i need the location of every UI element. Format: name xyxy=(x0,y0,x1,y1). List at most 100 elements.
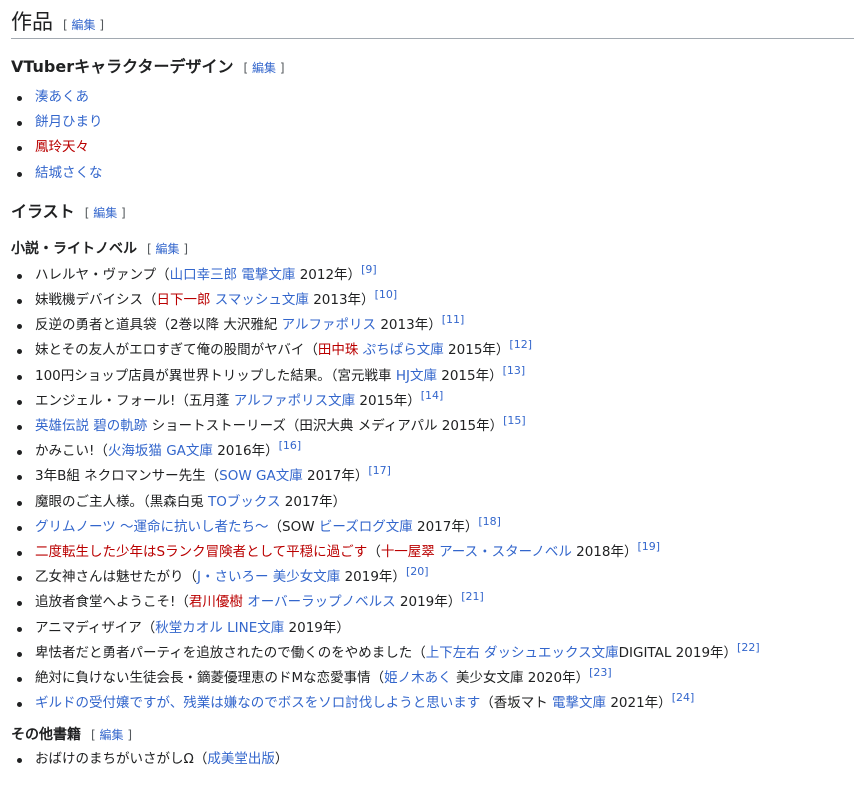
reference-sup: [20] xyxy=(406,565,429,578)
wiki-link[interactable]: J・さいろー xyxy=(197,569,268,585)
reference-link[interactable]: [9] xyxy=(361,263,377,276)
list-item: 100円ショップ店員が異世界トリップした結果。（宮元戦車 HJ文庫 2015年）… xyxy=(17,364,855,389)
edit-link[interactable]: 編集 xyxy=(93,206,117,220)
reference-link[interactable]: [11] xyxy=(442,313,465,326)
wiki-link[interactable]: 成美堂出版 xyxy=(207,751,275,767)
subheading-other-books: その他書籍 [ 編集 ] xyxy=(11,726,855,744)
reference-sup: [10] xyxy=(375,288,398,301)
redlink[interactable]: 日下一郎 xyxy=(157,292,211,308)
wiki-link[interactable]: 上下左右 xyxy=(426,645,480,661)
vtuber-link[interactable]: 結城さくな xyxy=(35,165,103,181)
wiki-link[interactable]: グリムノーツ 〜運命に抗いし者たち〜 xyxy=(35,519,269,535)
wiki-link[interactable]: GA文庫 xyxy=(166,443,213,459)
subheading-illust: イラスト [ 編集 ] xyxy=(11,202,855,223)
reference-link[interactable]: [24] xyxy=(672,691,695,704)
wiki-link[interactable]: 電撃文庫 xyxy=(241,267,295,283)
list-item: 結城さくな xyxy=(17,161,855,186)
wiki-link[interactable]: スマッシュ文庫 xyxy=(215,292,309,308)
wiki-link[interactable]: ビーズログ文庫 xyxy=(319,519,413,535)
wiki-link[interactable]: 秋堂カオル xyxy=(155,620,223,636)
reference-link[interactable]: [12] xyxy=(509,338,532,351)
reference-sup: [19] xyxy=(637,540,660,553)
reference-sup: [13] xyxy=(503,364,526,377)
wiki-link[interactable]: 電撃文庫 xyxy=(552,695,606,711)
edit-link[interactable]: 編集 xyxy=(156,242,180,256)
list-item: 妹戦機デバイシス（日下一郎 スマッシュ文庫 2013年）[10] xyxy=(17,288,855,313)
text-segment: 絶対に負けない生徒会長・鏑菱優理恵のドMな恋愛事情（ xyxy=(35,670,385,687)
wiki-link[interactable]: 山口幸三郎 xyxy=(170,267,238,283)
reference-link[interactable]: [17] xyxy=(368,464,391,477)
edit-link[interactable]: 編集 xyxy=(100,728,124,742)
wiki-link[interactable]: オーバーラップノベルス xyxy=(247,594,395,610)
text-segment: 2015年） xyxy=(443,342,510,359)
reference-link[interactable]: [23] xyxy=(589,666,612,679)
list-item: ギルドの受付嬢ですが、残業は嫌なのでボスをソロ討伐しようと思います（香坂マト 電… xyxy=(17,691,855,716)
text-segment: （SOW xyxy=(268,518,319,535)
wiki-link[interactable]: SOW xyxy=(219,468,252,484)
text-segment: 2016年） xyxy=(212,443,279,460)
text-segment: （ xyxy=(367,544,381,561)
text-segment: 2019年） xyxy=(340,569,406,586)
edit-link[interactable]: 編集 xyxy=(72,18,96,32)
text-segment: ハレルヤ・ヴァンプ（ xyxy=(35,266,170,283)
text-segment: 美少女文庫 2020年） xyxy=(451,670,590,687)
subheading-vtuber: VTuberキャラクターデザイン [ 編集 ] xyxy=(11,57,855,78)
redlink[interactable]: 君川優樹 xyxy=(189,594,243,610)
list-item: アニマディザイア（秋堂カオル LINE文庫 2019年） xyxy=(17,616,855,641)
list-item: 二度転生した少年はSランク冒険者として平穏に過ごす（十一屋翠 アース・スターノベ… xyxy=(17,540,855,565)
redlink[interactable]: 二度転生した少年はSランク冒険者として平穏に過ごす xyxy=(35,544,367,560)
reference-link[interactable]: [15] xyxy=(503,414,526,427)
text-segment: （香坂マト xyxy=(480,695,553,712)
reference-sup: [11] xyxy=(442,313,465,326)
reference-link[interactable]: [16] xyxy=(279,439,302,452)
wiki-link[interactable]: GA文庫 xyxy=(256,468,303,484)
wiki-link[interactable]: LINE文庫 xyxy=(227,620,284,636)
vtuber-link[interactable]: 湊あくあ xyxy=(35,89,89,105)
edit-section-other-books: [ 編集 ] xyxy=(91,728,133,743)
reference-link[interactable]: [14] xyxy=(421,389,444,402)
text-segment: 2013年） xyxy=(308,292,375,309)
text-segment: おばけのまちがいさがしΩ（ xyxy=(35,751,208,768)
vtuber-redlink[interactable]: 鳳玲天々 xyxy=(35,139,89,155)
text-segment: 2017年） xyxy=(412,518,479,535)
subheading-novels: 小説・ライトノベル [ 編集 ] xyxy=(11,240,855,258)
wiki-link[interactable]: HJ文庫 xyxy=(396,368,437,384)
wiki-link[interactable]: ギルドの受付嬢ですが、残業は嫌なのでボスをソロ討伐しようと思います xyxy=(35,695,480,711)
reference-link[interactable]: [19] xyxy=(637,540,660,553)
list-item: グリムノーツ 〜運命に抗いし者たち〜（SOW ビーズログ文庫 2017年）[18… xyxy=(17,515,855,540)
list-item: 魔眼のご主人様。（黒森白兎 TOブックス 2017年） xyxy=(17,490,855,515)
wiki-link[interactable]: 火海坂猫 xyxy=(108,443,162,459)
redlink[interactable]: 田中珠 xyxy=(318,342,359,358)
subheading-novels-title: 小説・ライトノベル xyxy=(11,240,137,257)
list-item: 餅月ひまり xyxy=(17,110,855,135)
text-segment: 2015年） xyxy=(436,367,503,384)
wiki-link[interactable]: 英雄伝説 碧の軌跡 xyxy=(35,418,147,434)
list-item: ハレルヤ・ヴァンプ（山口幸三郎 電撃文庫 2012年）[9] xyxy=(17,263,855,288)
wiki-link[interactable]: TOブックス xyxy=(208,494,280,510)
vtuber-link[interactable]: 餅月ひまり xyxy=(35,114,103,130)
reference-link[interactable]: [18] xyxy=(478,515,501,528)
wiki-link[interactable]: 美少女文庫 xyxy=(273,569,341,585)
subheading-illust-title: イラスト xyxy=(11,201,75,221)
reference-link[interactable]: [22] xyxy=(737,641,760,654)
wiki-link[interactable]: アース・スターノベル xyxy=(439,544,572,560)
wiki-link[interactable]: 姫ノ木あく xyxy=(384,670,452,686)
wiki-link[interactable]: アルファポリス文庫 xyxy=(234,393,355,409)
wiki-link[interactable]: ダッシュエックス文庫 xyxy=(484,645,619,661)
reference-link[interactable]: [20] xyxy=(406,565,429,578)
subheading-vtuber-title: VTuberキャラクターデザイン xyxy=(11,57,234,76)
section-heading-works: 作品 [ 編集 ] xyxy=(11,0,854,39)
wiki-link[interactable]: ぷちぱら文庫 xyxy=(363,342,444,358)
edit-link[interactable]: 編集 xyxy=(252,61,276,75)
redlink[interactable]: 十一屋翠 xyxy=(381,544,435,560)
text-segment: 2018年） xyxy=(571,544,638,561)
reference-link[interactable]: [10] xyxy=(375,288,398,301)
text-segment: 乙女神さんは魅せたがり（ xyxy=(35,569,197,586)
novel-list: ハレルヤ・ヴァンプ（山口幸三郎 電撃文庫 2012年）[9] 妹戦機デバイシス（日… xyxy=(11,263,855,717)
reference-link[interactable]: [21] xyxy=(461,590,484,603)
subheading-other-books-title: その他書籍 xyxy=(11,727,81,744)
reference-sup: [23] xyxy=(589,666,612,679)
reference-link[interactable]: [13] xyxy=(503,364,526,377)
wiki-link[interactable]: アルファポリス xyxy=(282,317,376,333)
text-segment: DIGITAL 2019年） xyxy=(618,644,738,661)
